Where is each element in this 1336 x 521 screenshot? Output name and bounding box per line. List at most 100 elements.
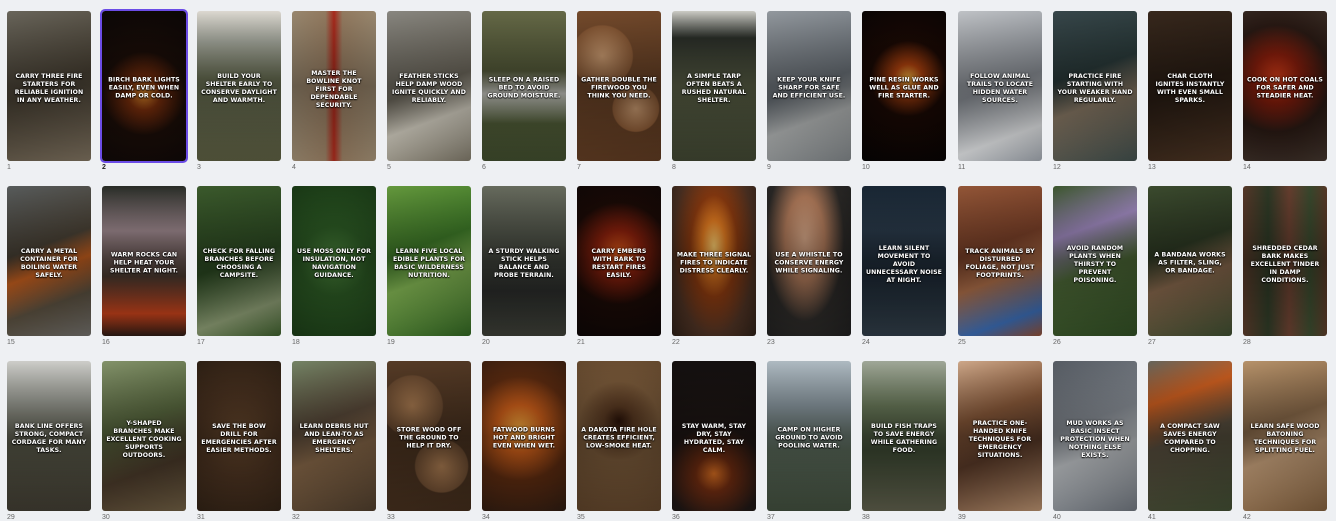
card-grid: CARRY THREE FIRE STARTERS FOR RELIABLE I… — [0, 0, 1336, 521]
card-14[interactable]: COOK ON HOT COALS FOR SAFER AND STEADIER… — [1243, 11, 1327, 161]
card-26[interactable]: AVOID RANDOM PLANTS WHEN THIRSTY TO PREV… — [1053, 186, 1137, 336]
card-caption: WARM ROCKS CAN HELP HEAT YOUR SHELTER AT… — [110, 251, 178, 275]
card-number: 14 — [1243, 164, 1251, 171]
card-3[interactable]: BUILD YOUR SHELTER EARLY TO CONSERVE DAY… — [197, 11, 281, 161]
card-caption: LEARN SILENT MOVEMENT TO AVOID UNNECESSA… — [866, 245, 942, 284]
card-number: 3 — [197, 164, 201, 171]
card-caption: FOLLOW ANIMAL TRAILS TO LOCATE HIDDEN WA… — [966, 73, 1034, 105]
card-caption: BUILD FISH TRAPS TO SAVE ENERGY WHILE GA… — [870, 423, 938, 455]
card-number: 39 — [958, 514, 966, 521]
card-25[interactable]: TRACK ANIMALS BY DISTURBED FOLIAGE, NOT … — [958, 186, 1042, 336]
card-7[interactable]: GATHER DOUBLE THE FIREWOOD YOU THINK YOU… — [577, 11, 661, 161]
card-29[interactable]: BANK LINE OFFERS STRONG, COMPACT CORDAGE… — [7, 361, 91, 511]
card-caption: SAVE THE BOW DRILL FOR EMERGENCIES AFTER… — [201, 423, 277, 455]
card-12[interactable]: PRACTICE FIRE STARTING WITH YOUR WEAKER … — [1053, 11, 1137, 161]
card-caption: A STURDY WALKING STICK HELPS BALANCE AND… — [488, 248, 560, 280]
card-caption: A DAKOTA FIRE HOLE CREATES EFFICIENT, LO… — [581, 426, 657, 450]
card-number: 8 — [672, 164, 676, 171]
card-21[interactable]: CARRY EMBERS WITH BARK TO RESTART FIRES … — [577, 186, 661, 336]
card-number: 9 — [767, 164, 771, 171]
card-caption: AVOID RANDOM PLANTS WHEN THIRSTY TO PREV… — [1066, 245, 1124, 284]
card-number: 26 — [1053, 339, 1061, 346]
card-number: 27 — [1148, 339, 1156, 346]
card-caption: STAY WARM, STAY DRY, STAY HYDRATED, STAY… — [681, 423, 747, 455]
card-22[interactable]: MAKE THREE SIGNAL FIRES TO INDICATE DIST… — [672, 186, 756, 336]
card-42[interactable]: LEARN SAFE WOOD BATONING TECHNIQUES FOR … — [1243, 361, 1327, 511]
card-39[interactable]: PRACTICE ONE-HANDED KNIFE TECHNIQUES FOR… — [958, 361, 1042, 511]
card-19[interactable]: LEARN FIVE LOCAL EDIBLE PLANTS FOR BASIC… — [387, 186, 471, 336]
card-caption: MASTER THE BOWLINE KNOT FIRST FOR DEPEND… — [306, 70, 362, 109]
card-number: 35 — [577, 514, 585, 521]
card-33[interactable]: STORE WOOD OFF THE GROUND TO HELP IT DRY… — [387, 361, 471, 511]
card-number: 41 — [1148, 514, 1156, 521]
card-number: 40 — [1053, 514, 1061, 521]
card-number: 17 — [197, 339, 205, 346]
card-caption: LEARN SAFE WOOD BATONING TECHNIQUES FOR … — [1250, 423, 1320, 455]
card-28[interactable]: SHREDDED CEDAR BARK MAKES EXCELLENT TIND… — [1243, 186, 1327, 336]
card-32[interactable]: LEARN DEBRIS HUT AND LEAN-TO AS EMERGENC… — [292, 361, 376, 511]
card-16[interactable]: WARM ROCKS CAN HELP HEAT YOUR SHELTER AT… — [102, 186, 186, 336]
card-number: 28 — [1243, 339, 1251, 346]
card-24[interactable]: LEARN SILENT MOVEMENT TO AVOID UNNECESSA… — [862, 186, 946, 336]
card-caption: STORE WOOD OFF THE GROUND TO HELP IT DRY… — [396, 426, 462, 450]
card-15[interactable]: CARRY A METAL CONTAINER FOR BOILING WATE… — [7, 186, 91, 336]
card-number: 10 — [862, 164, 870, 171]
card-number: 11 — [958, 164, 966, 171]
card-number: 6 — [482, 164, 486, 171]
card-caption: FATWOOD BURNS HOT AND BRIGHT EVEN WHEN W… — [492, 426, 556, 450]
card-number: 25 — [958, 339, 966, 346]
card-11[interactable]: FOLLOW ANIMAL TRAILS TO LOCATE HIDDEN WA… — [958, 11, 1042, 161]
card-caption: PRACTICE ONE-HANDED KNIFE TECHNIQUES FOR… — [968, 420, 1032, 459]
card-20[interactable]: A STURDY WALKING STICK HELPS BALANCE AND… — [482, 186, 566, 336]
card-41[interactable]: A COMPACT SAW SAVES ENERGY COMPARED TO C… — [1148, 361, 1232, 511]
card-13[interactable]: CHAR CLOTH IGNITES INSTANTLY WITH EVEN S… — [1148, 11, 1232, 161]
card-2[interactable]: BIRCH BARK LIGHTS EASILY, EVEN WHEN DAMP… — [100, 9, 188, 163]
card-caption: KEEP YOUR KNIFE SHARP FOR SAFE AND EFFIC… — [772, 76, 846, 100]
card-27[interactable]: A BANDANA WORKS AS FILTER, SLING, OR BAN… — [1148, 186, 1232, 336]
card-caption: SLEEP ON A RAISED BED TO AVOID GROUND MO… — [487, 76, 561, 100]
card-caption: A COMPACT SAW SAVES ENERGY COMPARED TO C… — [1160, 423, 1220, 455]
card-17[interactable]: CHECK FOR FALLING BRANCHES BEFORE CHOOSI… — [197, 186, 281, 336]
card-34[interactable]: FATWOOD BURNS HOT AND BRIGHT EVEN WHEN W… — [482, 361, 566, 511]
card-1[interactable]: CARRY THREE FIRE STARTERS FOR RELIABLE I… — [7, 11, 91, 161]
card-caption: SHREDDED CEDAR BARK MAKES EXCELLENT TIND… — [1250, 245, 1320, 284]
card-caption: BANK LINE OFFERS STRONG, COMPACT CORDAGE… — [11, 423, 87, 455]
card-number: 16 — [102, 339, 110, 346]
card-18[interactable]: USE MOSS ONLY FOR INSULATION, NOT NAVIGA… — [292, 186, 376, 336]
card-caption: PRACTICE FIRE STARTING WITH YOUR WEAKER … — [1057, 73, 1133, 105]
card-37[interactable]: CAMP ON HIGHER GROUND TO AVOID POOLING W… — [767, 361, 851, 511]
card-caption: A BANDANA WORKS AS FILTER, SLING, OR BAN… — [1154, 251, 1226, 275]
card-number: 5 — [387, 164, 391, 171]
card-caption: BUILD YOUR SHELTER EARLY TO CONSERVE DAY… — [201, 73, 277, 105]
card-caption: PINE RESIN WORKS WELL AS GLUE AND FIRE S… — [869, 76, 939, 100]
card-38[interactable]: BUILD FISH TRAPS TO SAVE ENERGY WHILE GA… — [862, 361, 946, 511]
card-40[interactable]: MUD WORKS AS BASIC INSECT PROTECTION WHE… — [1053, 361, 1137, 511]
card-number: 33 — [387, 514, 395, 521]
card-caption: CHECK FOR FALLING BRANCHES BEFORE CHOOSI… — [202, 248, 276, 280]
card-5[interactable]: FEATHER STICKS HELP DAMP WOOD IGNITE QUI… — [387, 11, 471, 161]
card-caption: USE A WHISTLE TO CONSERVE ENERGY WHILE S… — [774, 251, 844, 275]
card-caption: CARRY A METAL CONTAINER FOR BOILING WATE… — [20, 248, 78, 280]
card-30[interactable]: Y-SHAPED BRANCHES MAKE EXCELLENT COOKING… — [102, 361, 186, 511]
card-35[interactable]: A DAKOTA FIRE HOLE CREATES EFFICIENT, LO… — [577, 361, 661, 511]
card-number: 32 — [292, 514, 300, 521]
card-9[interactable]: KEEP YOUR KNIFE SHARP FOR SAFE AND EFFIC… — [767, 11, 851, 161]
card-number: 30 — [102, 514, 110, 521]
card-8[interactable]: A SIMPLE TARP OFTEN BEATS A RUSHED NATUR… — [672, 11, 756, 161]
card-23[interactable]: USE A WHISTLE TO CONSERVE ENERGY WHILE S… — [767, 186, 851, 336]
card-number: 7 — [577, 164, 581, 171]
card-4[interactable]: MASTER THE BOWLINE KNOT FIRST FOR DEPEND… — [292, 11, 376, 161]
card-number: 18 — [292, 339, 300, 346]
card-6[interactable]: SLEEP ON A RAISED BED TO AVOID GROUND MO… — [482, 11, 566, 161]
card-number: 1 — [7, 164, 11, 171]
card-caption: A SIMPLE TARP OFTEN BEATS A RUSHED NATUR… — [681, 73, 747, 105]
card-caption: MUD WORKS AS BASIC INSECT PROTECTION WHE… — [1060, 420, 1130, 459]
card-caption: CAMP ON HIGHER GROUND TO AVOID POOLING W… — [775, 426, 843, 450]
card-31[interactable]: SAVE THE BOW DRILL FOR EMERGENCIES AFTER… — [197, 361, 281, 511]
card-caption: USE MOSS ONLY FOR INSULATION, NOT NAVIGA… — [296, 248, 372, 280]
card-10[interactable]: PINE RESIN WORKS WELL AS GLUE AND FIRE S… — [862, 11, 946, 161]
card-number: 4 — [292, 164, 296, 171]
card-number: 34 — [482, 514, 490, 521]
card-36[interactable]: STAY WARM, STAY DRY, STAY HYDRATED, STAY… — [672, 361, 756, 511]
card-number: 22 — [672, 339, 680, 346]
